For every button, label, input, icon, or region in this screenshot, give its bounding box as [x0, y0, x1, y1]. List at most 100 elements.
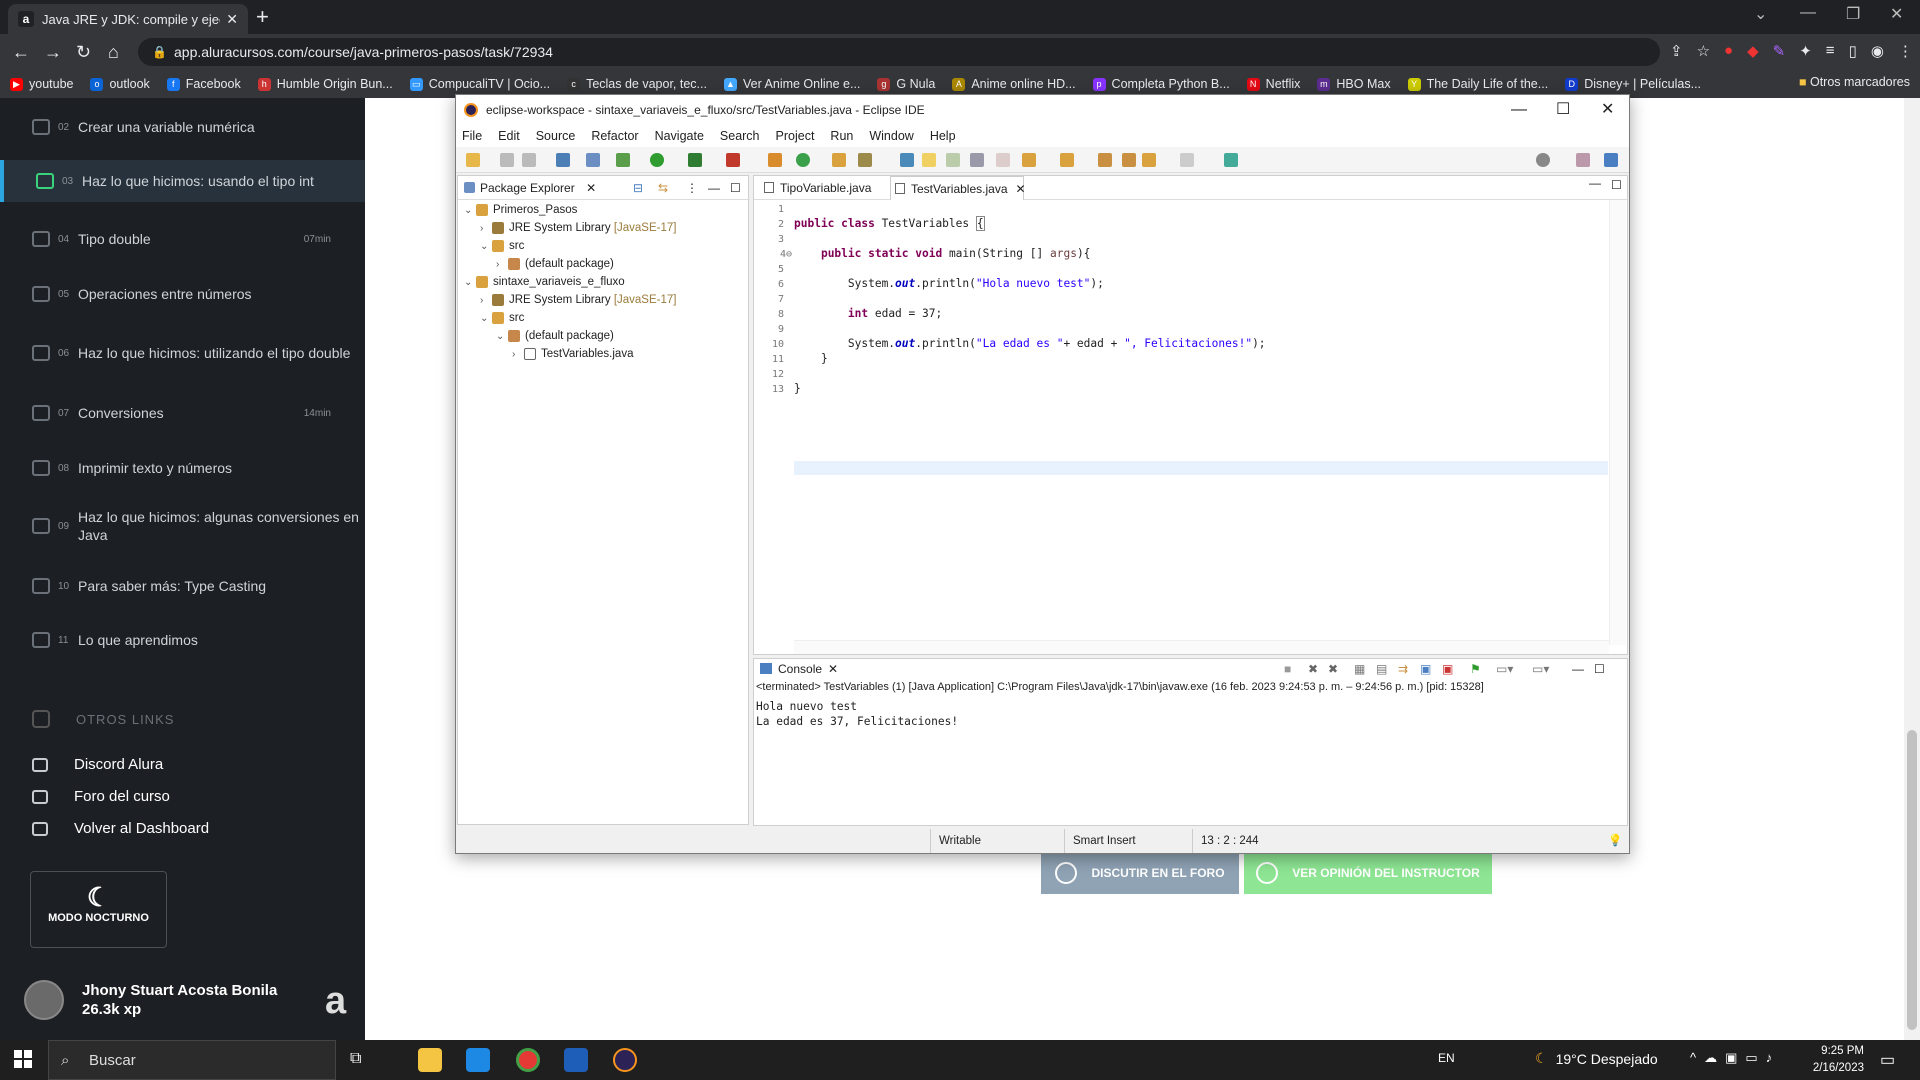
page-scrollbar-thumb[interactable] [1907, 730, 1917, 1030]
menu-run[interactable]: Run [830, 129, 853, 143]
tree-project-primeros-pasos[interactable]: ⌄ Primeros_Pasos [464, 204, 577, 216]
close-tab-icon[interactable]: ✕ [226, 11, 238, 28]
search-tool-icon[interactable] [858, 153, 872, 167]
taskbar-search-input[interactable]: ⌕ Buscar [48, 1040, 336, 1080]
close-view-icon[interactable]: ✕ [586, 181, 596, 195]
menu-file[interactable]: File [462, 129, 482, 143]
remove-launch-icon[interactable]: ✖ [1308, 659, 1318, 679]
forward-icon[interactable] [1180, 153, 1194, 167]
menu-help[interactable]: Help [930, 129, 956, 143]
dashboard-link[interactable]: Volver al Dashboard [32, 820, 209, 837]
network-icon[interactable]: ▣ [1725, 1050, 1737, 1066]
java-perspective-icon[interactable] [1604, 153, 1618, 167]
language-indicator[interactable]: EN [1438, 1051, 1455, 1065]
cloud-icon[interactable]: ☁ [1704, 1050, 1717, 1066]
volume-icon[interactable]: ♪ [1766, 1050, 1773, 1066]
run-icon[interactable] [650, 153, 664, 167]
maximize-editor-icon[interactable]: ☐ [1611, 178, 1622, 192]
line-number-fold[interactable]: 4⊖ [764, 249, 792, 260]
reload-icon[interactable]: ↻ [76, 42, 91, 62]
maximize-console-icon[interactable]: ☐ [1594, 659, 1605, 679]
browser-tab[interactable]: a Java JRE y JDK: compile y ejecute ✕ [8, 4, 248, 34]
bookmark-python[interactable]: p Completa Python B... [1092, 77, 1230, 91]
clock[interactable]: 9:25 PM 2/16/2023 [1813, 1043, 1864, 1077]
bookmark-youtube[interactable]: ▶ youtube [10, 77, 73, 91]
open-type-icon[interactable] [832, 153, 846, 167]
puzzle-icon[interactable]: ✦ [1799, 42, 1812, 60]
store-icon[interactable] [466, 1048, 490, 1072]
menu-window[interactable]: Window [869, 129, 913, 143]
close-console-icon[interactable]: ✕ [828, 659, 838, 679]
tree-jre-library[interactable]: › JRE System Library [JavaSE-17] [480, 222, 676, 234]
view-menu-icon[interactable]: ⋮ [686, 176, 698, 200]
bookmark-humble[interactable]: h Humble Origin Bun... [257, 77, 393, 91]
tab-testvariables[interactable]: TestVariables.java ✕ [890, 176, 1026, 200]
terminal-icon[interactable] [556, 153, 570, 167]
bookmark-gnula[interactable]: gG Nula [877, 77, 935, 91]
eclipse-minimize-button[interactable]: — [1511, 95, 1527, 125]
pilcrow-icon[interactable] [996, 153, 1010, 167]
lesson-item[interactable]: 02 Crear una variable numérica [0, 110, 365, 144]
bookmark-outlook[interactable]: o outlook [90, 77, 150, 91]
close-window-button[interactable]: ✕ [1890, 4, 1903, 24]
menu-edit[interactable]: Edit [498, 129, 520, 143]
menu-project[interactable]: Project [776, 129, 815, 143]
lesson-item[interactable]: 04 Tipo double 07min [0, 218, 365, 260]
word-wrap-icon[interactable]: ⇉ [1398, 659, 1408, 679]
tray-chevron-icon[interactable]: ^ [1690, 1050, 1696, 1066]
last-edit-icon[interactable] [1098, 153, 1112, 167]
collapse-all-icon[interactable]: ⊟ [633, 176, 643, 200]
notifications-icon[interactable]: ▭ [1880, 1050, 1895, 1070]
new-tab-button[interactable]: + [256, 6, 269, 28]
forward-edit-icon[interactable] [1122, 153, 1136, 167]
new-icon[interactable] [466, 153, 480, 167]
tree-file-testvariables[interactable]: › TestVariables.java [512, 348, 633, 360]
lesson-item[interactable]: 10 Para saber más: Type Casting [0, 568, 365, 604]
home-icon[interactable]: ⌂ [108, 42, 119, 62]
user-profile[interactable]: Jhony Stuart Acosta Bonila 26.3k xp [24, 980, 277, 1020]
save-all-icon[interactable] [522, 153, 536, 167]
bookmark-animehd[interactable]: A Anime online HD... [952, 77, 1076, 91]
eclipse-taskbar-icon[interactable] [613, 1048, 637, 1072]
instructor-opinion-button[interactable]: VER OPINIÓN DEL INSTRUCTOR [1244, 852, 1492, 894]
menu-search[interactable]: Search [720, 129, 760, 143]
extension-red-icon[interactable]: ● [1724, 42, 1733, 60]
display-console-icon[interactable]: ▭▾ [1496, 659, 1513, 679]
bookmark-disney[interactable]: D Disney+ | Películas... [1565, 77, 1701, 91]
forward-arrow-icon[interactable]: → [44, 42, 62, 62]
prev-annotation-icon[interactable] [1060, 153, 1074, 167]
eclipse-close-button[interactable]: ✕ [1601, 95, 1614, 125]
extension-purple-icon[interactable]: ✎ [1773, 42, 1786, 60]
tree-project-sintaxe[interactable]: ⌄ sintaxe_variaveis_e_fluxo [464, 276, 625, 288]
status-insert-mode[interactable]: Smart Insert [1064, 829, 1192, 853]
discord-link[interactable]: Discord Alura [32, 756, 163, 773]
scroll-lock-icon[interactable]: ▤ [1376, 659, 1387, 679]
code-text-area[interactable]: public class TestVariables { public stat… [794, 200, 1609, 645]
maximize-view-icon[interactable]: ☐ [730, 176, 741, 200]
link-editor-icon[interactable]: ⇆ [658, 176, 668, 200]
console-output[interactable]: Hola nuevo test La edad es 37, Felicitaci… [756, 699, 958, 729]
bookmark-netflix[interactable]: N Netflix [1246, 77, 1300, 91]
open-perspective-icon[interactable] [1576, 153, 1590, 167]
toggle-mark-icon[interactable] [900, 153, 914, 167]
clear-console-icon[interactable]: ▦ [1354, 659, 1365, 679]
pin-editor-icon[interactable] [1224, 153, 1238, 167]
task-view-icon[interactable]: ⧉ [350, 1050, 361, 1068]
file-explorer-icon[interactable] [418, 1048, 442, 1072]
coverage-icon[interactable] [688, 153, 702, 167]
lesson-item[interactable]: 11 Lo que aprendimos [0, 622, 365, 658]
show-whitespace-icon[interactable] [970, 153, 984, 167]
lightbulb-icon[interactable]: 💡 [1608, 833, 1622, 847]
lesson-item[interactable]: 06 Haz lo que hicimos: utilizando el tipo… [0, 330, 365, 376]
tab-search-icon[interactable]: ⌄ [1754, 4, 1767, 24]
lesson-item[interactable]: 07 Conversiones 14min [0, 395, 365, 431]
tree-default-package[interactable]: ⌄ (default package) [496, 330, 614, 342]
external-tools-icon[interactable] [726, 153, 740, 167]
chrome-icon[interactable] [516, 1048, 540, 1072]
next-annotation-icon[interactable] [1022, 153, 1036, 167]
tab-tipovariable[interactable]: TipoVariable.java [760, 176, 892, 200]
sidepanel-icon[interactable]: ▯ [1849, 42, 1857, 60]
package-explorer-tab[interactable]: Package Explorer ✕ ⊟ ⇆ ⋮ — ☐ [458, 176, 750, 200]
eclipse-maximize-button[interactable]: ☐ [1556, 95, 1570, 125]
tree-default-package[interactable]: › (default package) [496, 258, 614, 270]
